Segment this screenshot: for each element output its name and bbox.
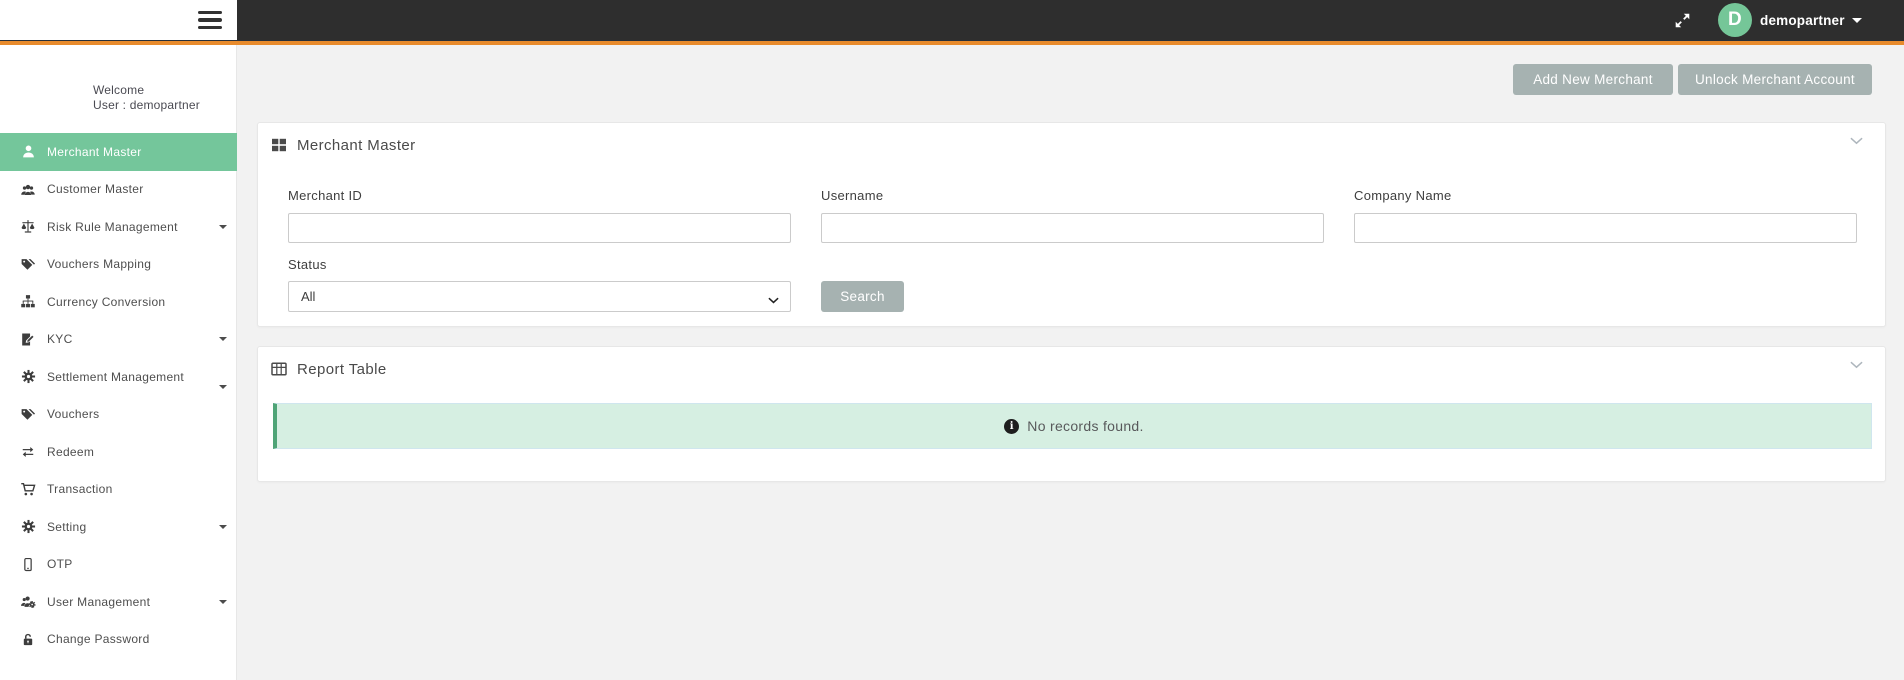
caret-down-icon: [219, 337, 227, 342]
panel-title: Merchant Master: [297, 136, 416, 154]
caret-down-icon: [219, 224, 227, 229]
company-name-input[interactable]: [1354, 213, 1857, 243]
no-records-text: No records found.: [1027, 418, 1144, 434]
sidebar-item-label: Risk Rule Management: [47, 219, 178, 234]
sidebar-item-vouchers-mapping[interactable]: Vouchers Mapping: [0, 246, 237, 284]
sidebar-item-redeem[interactable]: Redeem: [0, 433, 237, 471]
hamburger-menu-icon[interactable]: [198, 11, 222, 29]
lock-icon: [19, 631, 37, 647]
sidebar-item-merchant-master[interactable]: Merchant Master: [0, 133, 237, 171]
sidebar-item-user-management[interactable]: User Management: [0, 583, 237, 621]
status-select-wrap: All: [288, 281, 791, 312]
sidebar-item-customer-master[interactable]: Customer Master: [0, 171, 237, 209]
tags-icon: [19, 406, 37, 422]
welcome-user: User : demopartner: [93, 97, 200, 112]
fullscreen-expand-icon[interactable]: [1674, 12, 1691, 29]
sidebar-item-label: KYC: [47, 332, 73, 347]
report-table-panel: Report Table i No records found.: [257, 346, 1886, 482]
sidebar-item-kyc[interactable]: KYC: [0, 321, 237, 359]
sidebar-item-setting[interactable]: Setting: [0, 508, 237, 546]
sidebar-item-label: Transaction: [47, 482, 113, 497]
username-label-field: Username: [821, 188, 884, 203]
sidebar-item-label: Merchant Master: [47, 144, 142, 159]
caret-down-icon: [219, 599, 227, 604]
caret-down-icon: [219, 524, 227, 529]
username-input[interactable]: [821, 213, 1324, 243]
scales-icon: [19, 219, 37, 235]
user-menu[interactable]: D demopartner: [1718, 0, 1862, 40]
topbar: D demopartner: [0, 0, 1904, 40]
collapse-chevron-icon[interactable]: [1847, 131, 1865, 149]
sidebar-item-label: User Management: [47, 594, 151, 609]
sidebar-item-label: Redeem: [47, 444, 95, 459]
welcome-title: Welcome: [93, 83, 145, 97]
unlock-merchant-account-button[interactable]: Unlock Merchant Account: [1678, 64, 1872, 95]
topbar-sidebar-area: [0, 0, 237, 40]
gear-icon: [19, 519, 37, 535]
tags-icon: [19, 256, 37, 272]
sidebar-item-label: Change Password: [47, 632, 150, 647]
sidebar-item-vouchers[interactable]: Vouchers: [0, 396, 237, 434]
sidebar-item-label: Vouchers: [47, 407, 100, 422]
sidebar-item-label: OTP: [47, 557, 73, 572]
collapse-chevron-icon[interactable]: [1847, 355, 1865, 373]
main-content: Add New Merchant Unlock Merchant Account…: [237, 45, 1904, 680]
sidebar-item-risk-rule-management[interactable]: Risk Rule Management: [0, 208, 237, 246]
sidebar-item-label: Customer Master: [47, 182, 144, 197]
users-gear-icon: [19, 594, 37, 610]
sidebar: Welcome User : demopartner Merchant Mast…: [0, 45, 237, 680]
company-name-label: Company Name: [1354, 188, 1452, 203]
caret-down-icon: [1851, 17, 1862, 23]
sitemap-icon: [19, 294, 37, 310]
file-edit-icon: [19, 331, 37, 347]
status-label: Status: [288, 257, 327, 272]
sidebar-item-currency-conversion[interactable]: Currency Conversion: [0, 283, 237, 321]
no-records-alert: i No records found.: [273, 403, 1872, 449]
merchant-id-input[interactable]: [288, 213, 791, 243]
mobile-icon: [19, 556, 37, 572]
app-root: D demopartner Welcome User : demopartner…: [0, 0, 1904, 680]
sidebar-item-label: Setting: [47, 519, 87, 534]
search-button[interactable]: Search: [821, 281, 904, 312]
merchant-master-panel-header: Merchant Master: [258, 123, 1885, 167]
users-icon: [19, 181, 37, 197]
gear-icon: [19, 369, 37, 385]
merchant-master-panel: Merchant Master Merchant ID Username Com…: [257, 122, 1886, 327]
merchant-id-label: Merchant ID: [288, 188, 363, 203]
panel-title: Report Table: [297, 360, 387, 378]
grid-icon: [271, 137, 287, 153]
sidebar-item-label: Settlement Management: [47, 369, 185, 384]
sidebar-item-label: Vouchers Mapping: [47, 257, 152, 272]
user-icon: [19, 144, 37, 160]
sidebar-item-change-password[interactable]: Change Password: [0, 621, 237, 659]
table-icon: [271, 361, 287, 377]
welcome-block: Welcome User : demopartner: [93, 83, 200, 112]
info-icon: i: [1004, 418, 1020, 434]
sidebar-item-settlement-management[interactable]: Settlement Management: [0, 358, 237, 396]
username-label: demopartner: [1760, 12, 1845, 28]
add-new-merchant-button[interactable]: Add New Merchant: [1513, 64, 1673, 95]
accent-line: [0, 40, 1904, 45]
report-table-panel-header: Report Table: [258, 347, 1885, 391]
sidebar-item-transaction[interactable]: Transaction: [0, 471, 237, 509]
status-select[interactable]: All: [288, 281, 791, 312]
sidebar-item-label: Currency Conversion: [47, 294, 166, 309]
sidebar-item-otp[interactable]: OTP: [0, 546, 237, 584]
caret-down-icon: [219, 384, 227, 389]
avatar: D: [1718, 3, 1752, 37]
cart-icon: [19, 481, 37, 497]
sidebar-nav: Merchant Master Customer Master Risk Rule …: [0, 133, 237, 658]
exchange-icon: [19, 444, 37, 460]
